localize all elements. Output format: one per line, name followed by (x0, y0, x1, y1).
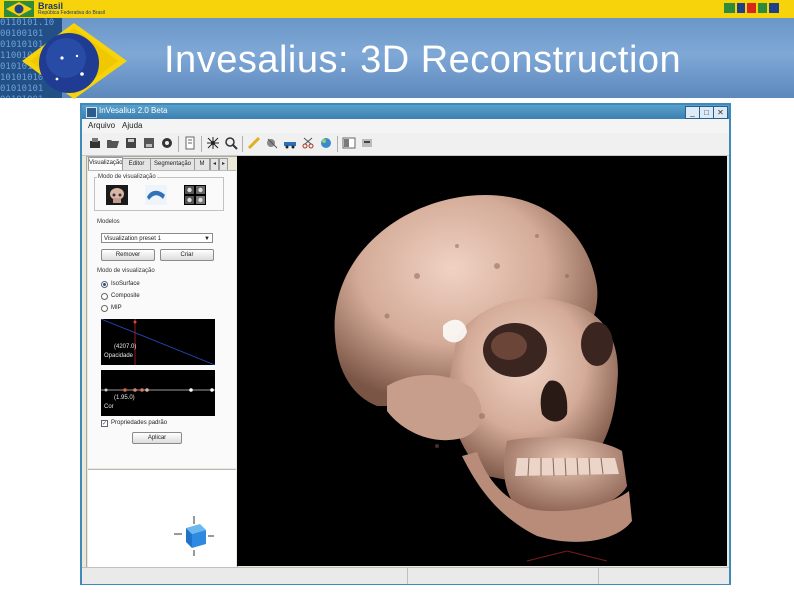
toolbar-separator (242, 136, 243, 152)
window-client-area: Arquivo Ajuda Visualização Editor Segmen… (82, 119, 729, 584)
close-button[interactable]: ✕ (713, 106, 728, 119)
radio-isosurface-label: IsoSurface (111, 281, 140, 287)
save-icon[interactable] (124, 136, 138, 150)
apply-button[interactable]: Aplicar (132, 432, 182, 444)
default-properties-checkbox[interactable]: ✓ (101, 420, 108, 427)
invesalius-window: InVesalius 2.0 Beta _ □ ✕ Arquivo Ajuda (80, 103, 731, 585)
color-transfer-widget[interactable]: (1.95.0) Cor (101, 370, 215, 416)
measure-icon[interactable] (265, 136, 279, 150)
remove-button[interactable]: Remover (101, 249, 155, 261)
toolbar-separator (178, 136, 179, 152)
car-icon[interactable] (283, 136, 297, 150)
chevron-down-icon: ▼ (204, 236, 210, 242)
render-mode-label: Modo de visualização (97, 268, 155, 274)
radio-mip-label: MIP (111, 305, 122, 311)
radio-composite-label: Composite (111, 293, 140, 299)
view-mode-label: Modo de visualização (97, 174, 157, 180)
open-folder-icon[interactable] (106, 136, 120, 150)
slide-title: Invesalius: 3D Reconstruction (164, 39, 682, 81)
status-bar (82, 567, 729, 584)
menu-arquivo[interactable]: Arquivo (88, 121, 115, 130)
radio-isosurface[interactable] (101, 281, 108, 288)
scissors-icon[interactable] (301, 136, 315, 150)
pencil-icon[interactable] (247, 136, 261, 150)
default-properties-label: Propriedades padrão (111, 420, 168, 426)
orientation-cube-icon[interactable] (172, 514, 216, 558)
radio-composite[interactable] (101, 293, 108, 300)
opacity-label: Opacidade (104, 353, 134, 359)
create-button[interactable]: Criar (160, 249, 214, 261)
maximize-button[interactable]: □ (699, 106, 714, 119)
menu-ajuda[interactable]: Ajuda (122, 121, 142, 130)
globe-icon[interactable] (319, 136, 333, 150)
save-as-icon[interactable] (142, 136, 156, 150)
toolbar (82, 133, 729, 156)
color-label: Cor (104, 404, 114, 410)
text-icon[interactable] (360, 136, 374, 150)
3d-render-viewport[interactable] (237, 156, 727, 566)
surface-mode-icon[interactable] (145, 185, 167, 205)
color-value: (1.95.0) (114, 395, 135, 401)
report-icon[interactable] (183, 136, 197, 150)
gov-top-strip: Brasil Repúbica Federativa do Brasil (0, 0, 794, 18)
window-title: InVesalius 2.0 Beta (99, 106, 168, 115)
toolbar-separator (201, 136, 202, 152)
tab-visualizacao[interactable]: Visualização (88, 157, 123, 171)
skull-mode-icon[interactable] (106, 185, 128, 205)
opacity-value: (4207.0) (114, 344, 137, 350)
brasil-subtitle: Repúbica Federativa do Brasil (38, 10, 105, 16)
brasil-globe-logo (4, 1, 34, 17)
menu-bar: Arquivo Ajuda (82, 119, 729, 133)
window-titlebar[interactable]: InVesalius 2.0 Beta _ □ ✕ (82, 105, 729, 119)
zoom-icon[interactable] (224, 136, 238, 150)
model-select-value: Visualization preset 1 (104, 236, 161, 242)
model-select[interactable]: Visualization preset 1 ▼ (101, 233, 213, 243)
visualization-tab-page: Modo de visualização Modelos Visualizati… (88, 170, 236, 468)
brazil-flag-graphic (22, 23, 127, 99)
status-segment (598, 568, 729, 584)
import-icon[interactable] (88, 136, 102, 150)
skull-3d-render (334, 194, 632, 562)
layout-icon[interactable] (342, 136, 356, 150)
opacity-transfer-widget[interactable]: (4207.0) Opacidade (101, 319, 215, 365)
color-gradient-bar (101, 388, 215, 392)
settings-icon[interactable] (160, 136, 174, 150)
slices-mode-icon[interactable] (184, 185, 206, 205)
brasil-govt-logo (724, 3, 779, 13)
toolbar-separator (337, 136, 338, 152)
radio-mip[interactable] (101, 305, 108, 312)
minimize-button[interactable]: _ (685, 106, 700, 119)
app-icon (86, 107, 97, 118)
models-label: Modelos (97, 219, 120, 225)
pan-icon[interactable] (206, 136, 220, 150)
status-segment (407, 568, 598, 584)
